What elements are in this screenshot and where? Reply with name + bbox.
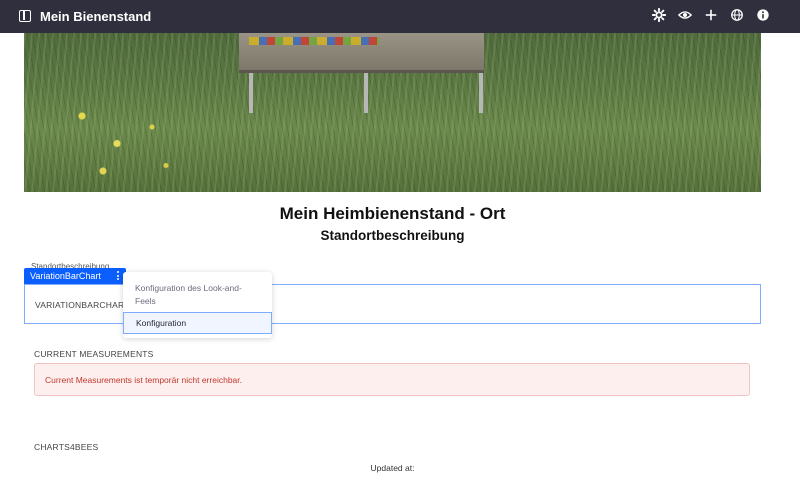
plus-icon[interactable] [704,8,718,22]
hive-stand-leg [364,73,368,113]
eye-icon[interactable] [678,8,692,22]
top-icon-group [652,8,770,22]
page-subtitle: Standortbeschreibung [320,228,465,243]
header-image [24,33,761,192]
widget-options-menu: Konfiguration des Look-and-Feels Konfigu… [123,272,272,338]
gear-icon[interactable] [652,8,666,22]
error-alert: Current Measurements ist temporär nicht … [34,363,750,396]
charts4bees-label: CHARTS4BEES [34,442,99,452]
app-title: Mein Bienenstand [40,9,152,24]
globe-icon[interactable] [730,8,744,22]
hive-stand-leg [479,73,483,113]
beehive-shape [239,33,484,73]
sidebar-toggle-icon[interactable] [19,10,31,22]
menu-item-look-and-feel[interactable]: Konfiguration des Look-and-Feels [135,282,260,308]
alert-text: Current Measurements ist temporär nicht … [45,374,242,385]
updated-at-text: Updated at: [370,463,415,473]
kebab-menu-icon[interactable] [117,271,120,281]
flower-texture [54,83,194,192]
hive-stand-leg [249,73,253,113]
widget-label: VARIATIONBARCHART [35,300,130,310]
widget-tag[interactable]: VariationBarChart [24,268,126,284]
top-bar: Mein Bienenstand [0,0,800,33]
current-measurements-label: CURRENT MEASUREMENTS [34,349,154,359]
menu-item-configuration[interactable]: Konfiguration [123,312,272,334]
page-title: Mein Heimbienenstand - Ort [279,204,506,223]
info-icon[interactable] [756,8,770,22]
hive-entrance-strip [249,37,379,45]
widget-tag-label: VariationBarChart [30,271,101,281]
